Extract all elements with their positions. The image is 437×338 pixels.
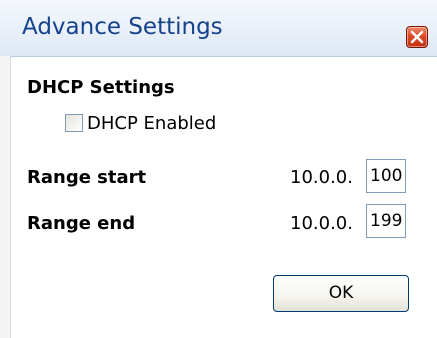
range-end-ip-prefix: 10.0.0. xyxy=(290,213,353,234)
range-start-ip-prefix: 10.0.0. xyxy=(290,167,353,188)
dhcp-settings-heading: DHCP Settings xyxy=(27,77,175,98)
dhcp-enabled-label[interactable]: DHCP Enabled xyxy=(87,113,216,135)
dhcp-enabled-checkbox[interactable] xyxy=(65,114,83,132)
range-start-label: Range start xyxy=(27,167,147,188)
close-button[interactable] xyxy=(406,26,428,48)
close-icon xyxy=(410,30,424,44)
window-left-border xyxy=(0,56,11,338)
advance-settings-dialog: Advance Settings DHCP Settings DHCP Enab… xyxy=(0,0,437,338)
range-end-label: Range end xyxy=(27,213,136,234)
range-end-input[interactable] xyxy=(366,204,406,238)
range-start-input[interactable] xyxy=(366,159,406,193)
window-title: Advance Settings xyxy=(22,14,223,40)
title-bar[interactable]: Advance Settings xyxy=(0,0,437,57)
ok-button[interactable]: OK xyxy=(273,275,409,312)
